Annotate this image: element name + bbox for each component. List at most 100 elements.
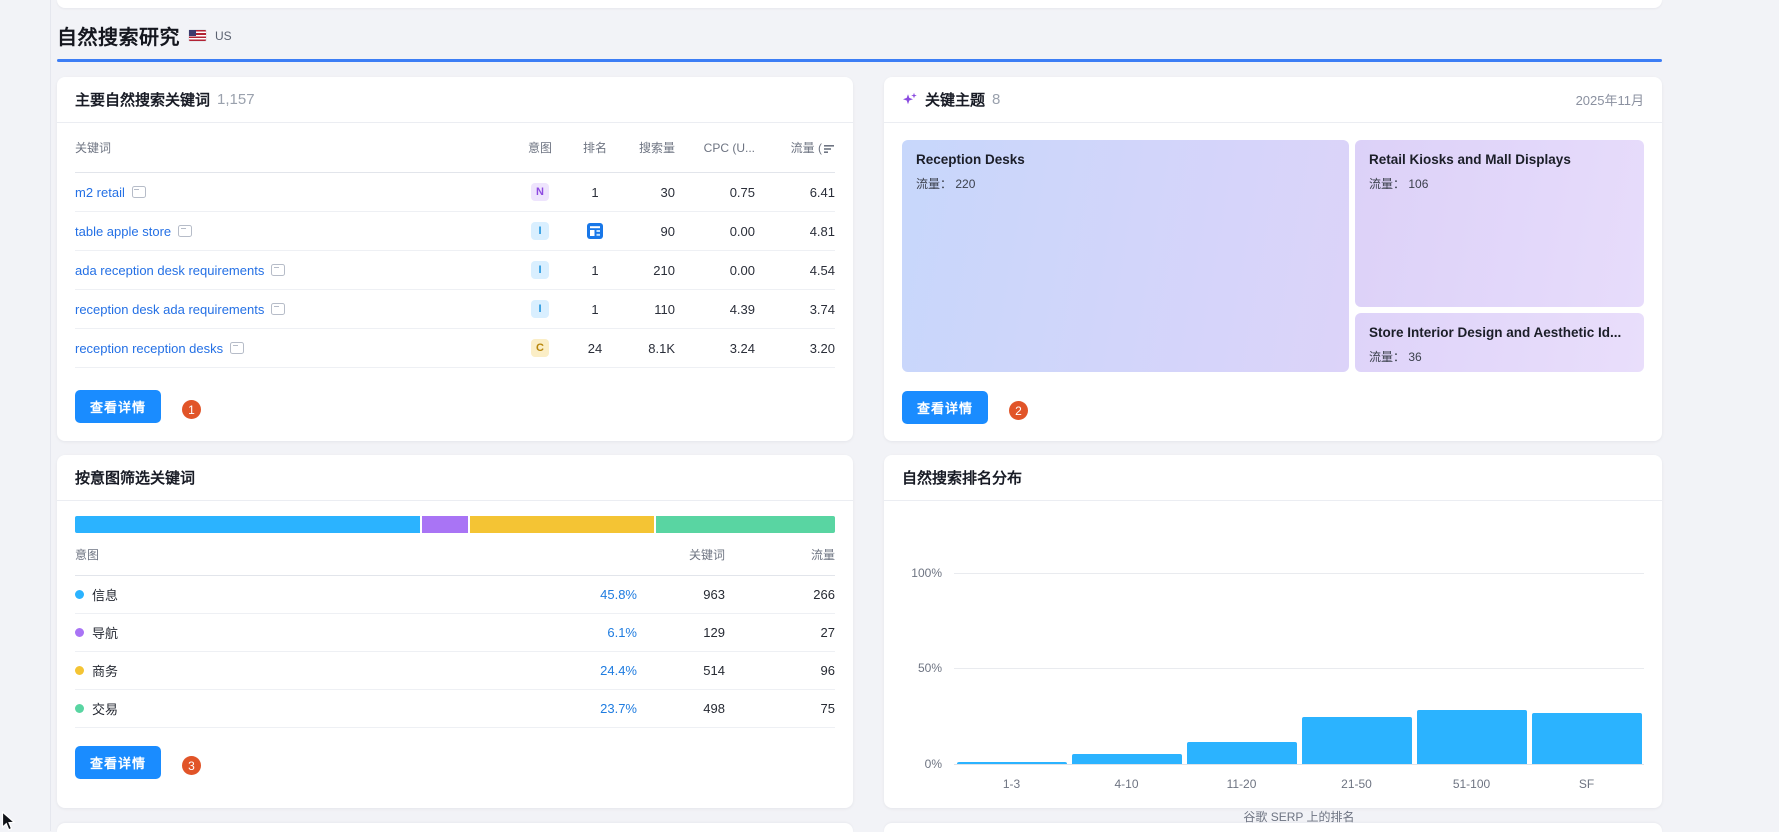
serp-preview-icon[interactable] bbox=[178, 225, 193, 237]
intent-badge[interactable]: I bbox=[531, 300, 549, 318]
table-row: ada reception desk requirements I 1 210 … bbox=[75, 251, 835, 290]
intent-bar-segment[interactable] bbox=[75, 516, 421, 533]
keyword-link[interactable]: table apple store bbox=[75, 224, 193, 239]
intent-row: 商务 24.4% 514 96 bbox=[75, 652, 835, 690]
col-volume[interactable]: 搜索量 bbox=[625, 139, 675, 156]
keywords-table-header: 关键词 意图 排名 搜索量 CPC (U... 流量 ( bbox=[75, 123, 835, 173]
traffic-value: 4.54 bbox=[809, 262, 835, 278]
table-row: reception reception desks C 24 8.1K 3.24… bbox=[75, 329, 835, 368]
table-row: m2 retail N 1 30 0.75 6.41 bbox=[75, 173, 835, 212]
intent-bar-segment[interactable] bbox=[422, 516, 469, 533]
key-topics-panel: 关键主题 8 2025年11月 Reception Desks 流量： 220 … bbox=[884, 77, 1662, 441]
y-tick-50: 50% bbox=[917, 661, 942, 675]
ranking-bar[interactable] bbox=[1301, 717, 1412, 764]
sort-desc-icon bbox=[824, 145, 834, 153]
ranking-bar[interactable] bbox=[1531, 713, 1642, 764]
keyword-link[interactable]: reception desk ada requirements bbox=[75, 302, 286, 317]
intent-header: 按意图筛选关键词 bbox=[57, 455, 853, 501]
volume-value: 30 bbox=[660, 184, 675, 200]
featured-snippet-icon[interactable] bbox=[565, 223, 625, 239]
view-details-button[interactable]: 查看详情 bbox=[75, 390, 162, 423]
col-keyword[interactable]: 关键词 bbox=[75, 139, 515, 156]
intent-traffic: 266 bbox=[813, 587, 835, 602]
intent-keywords-count: 963 bbox=[703, 587, 725, 602]
topic-card[interactable]: Reception Desks 流量： 220 bbox=[902, 140, 1349, 372]
intent-color-dot bbox=[75, 704, 84, 713]
bar-slot bbox=[1529, 573, 1644, 764]
topics-treemap: Reception Desks 流量： 220 Retail Kiosks an… bbox=[902, 140, 1644, 372]
bar-slot bbox=[1299, 573, 1414, 764]
topic-traffic-label: 流量： bbox=[1369, 177, 1406, 192]
us-flag-icon bbox=[189, 30, 206, 41]
col-cpc[interactable]: CPC (U... bbox=[675, 141, 755, 155]
volume-value: 8.1K bbox=[648, 340, 675, 356]
topic-traffic-label: 流量： bbox=[916, 177, 953, 192]
traffic-value: 6.41 bbox=[809, 184, 835, 200]
previous-card-bottom-edge bbox=[57, 0, 1662, 8]
topic-name: Store Interior Design and Aesthetic Id..… bbox=[1369, 325, 1622, 340]
serp-preview-icon[interactable] bbox=[131, 186, 146, 198]
x-tick-label: 11-20 bbox=[1226, 777, 1257, 791]
topic-name: Retail Kiosks and Mall Displays bbox=[1369, 152, 1571, 167]
intent-badge[interactable]: N bbox=[531, 183, 549, 201]
page-title: 自然搜索研究 bbox=[57, 27, 180, 49]
annotation-badge: 3 bbox=[182, 756, 202, 775]
topic-traffic-value: 36 bbox=[1408, 350, 1422, 365]
key-topics-count: 8 bbox=[992, 91, 1001, 108]
cpc-value: 3.24 bbox=[729, 340, 755, 356]
table-row: table apple store I 90 0.00 4.81 bbox=[75, 212, 835, 251]
intent-name: 交易 bbox=[92, 702, 119, 717]
view-details-button[interactable]: 查看详情 bbox=[75, 746, 162, 779]
bar-slot bbox=[1184, 573, 1299, 764]
intent-percent-link[interactable]: 24.4% bbox=[600, 663, 637, 678]
col-traffic[interactable]: 流量 ( bbox=[755, 139, 835, 156]
ranking-bar[interactable] bbox=[956, 762, 1067, 764]
intent-percent-link[interactable]: 6.1% bbox=[607, 625, 637, 640]
traffic-value: 3.20 bbox=[809, 340, 835, 356]
page-header: 自然搜索研究 US bbox=[57, 21, 232, 50]
intent-stacked-bar[interactable] bbox=[75, 516, 835, 533]
traffic-value: 4.81 bbox=[809, 223, 835, 239]
intent-bar-segment[interactable] bbox=[656, 516, 835, 533]
intent-row: 信息 45.8% 963 266 bbox=[75, 576, 835, 614]
intent-traffic: 75 bbox=[820, 701, 835, 716]
col-intent[interactable]: 意图 bbox=[515, 139, 565, 156]
intent-percent-link[interactable]: 45.8% bbox=[600, 587, 637, 602]
intent-name: 信息 bbox=[92, 588, 119, 603]
ranking-bar[interactable] bbox=[1186, 742, 1297, 764]
ranking-bar[interactable] bbox=[1416, 710, 1527, 764]
serp-preview-icon[interactable] bbox=[230, 342, 245, 354]
rank-value: 24 bbox=[587, 340, 603, 356]
col-rank[interactable]: 排名 bbox=[565, 139, 625, 156]
key-topics-header: 关键主题 8 2025年11月 bbox=[884, 77, 1662, 123]
topic-card[interactable]: Retail Kiosks and Mall Displays 流量： 106 bbox=[1355, 140, 1644, 307]
x-axis-line bbox=[954, 764, 1644, 765]
view-details-button[interactable]: 查看详情 bbox=[902, 391, 989, 424]
ranking-bar[interactable] bbox=[1071, 754, 1182, 764]
intent-badge[interactable]: I bbox=[531, 222, 549, 240]
col-keywords: 关键词 bbox=[688, 547, 725, 562]
intent-badge[interactable]: C bbox=[531, 339, 549, 357]
intent-keywords-count: 514 bbox=[703, 663, 725, 678]
serp-preview-icon[interactable] bbox=[271, 264, 286, 276]
intent-traffic: 96 bbox=[820, 663, 835, 678]
bar-slot bbox=[1069, 573, 1184, 764]
keyword-link[interactable]: ada reception desk requirements bbox=[75, 263, 286, 278]
bar-slot bbox=[1414, 573, 1529, 764]
cpc-value: 0.00 bbox=[729, 262, 755, 278]
intent-name: 商务 bbox=[92, 664, 119, 679]
intent-bar-segment[interactable] bbox=[470, 516, 655, 533]
intent-badge[interactable]: I bbox=[531, 261, 549, 279]
cpc-value: 0.75 bbox=[729, 184, 755, 200]
keyword-link[interactable]: reception reception desks bbox=[75, 341, 245, 356]
intent-traffic: 27 bbox=[820, 625, 835, 640]
serp-preview-icon[interactable] bbox=[271, 303, 286, 315]
intent-percent-link[interactable]: 23.7% bbox=[600, 701, 637, 716]
intent-keywords-count: 129 bbox=[703, 625, 725, 640]
keyword-link[interactable]: m2 retail bbox=[75, 185, 146, 200]
intent-keywords-count: 498 bbox=[703, 701, 725, 716]
country-label: US bbox=[215, 28, 232, 43]
intent-color-dot bbox=[75, 590, 84, 599]
topic-card[interactable]: Store Interior Design and Aesthetic Id..… bbox=[1355, 313, 1644, 372]
mouse-cursor bbox=[1, 811, 16, 831]
